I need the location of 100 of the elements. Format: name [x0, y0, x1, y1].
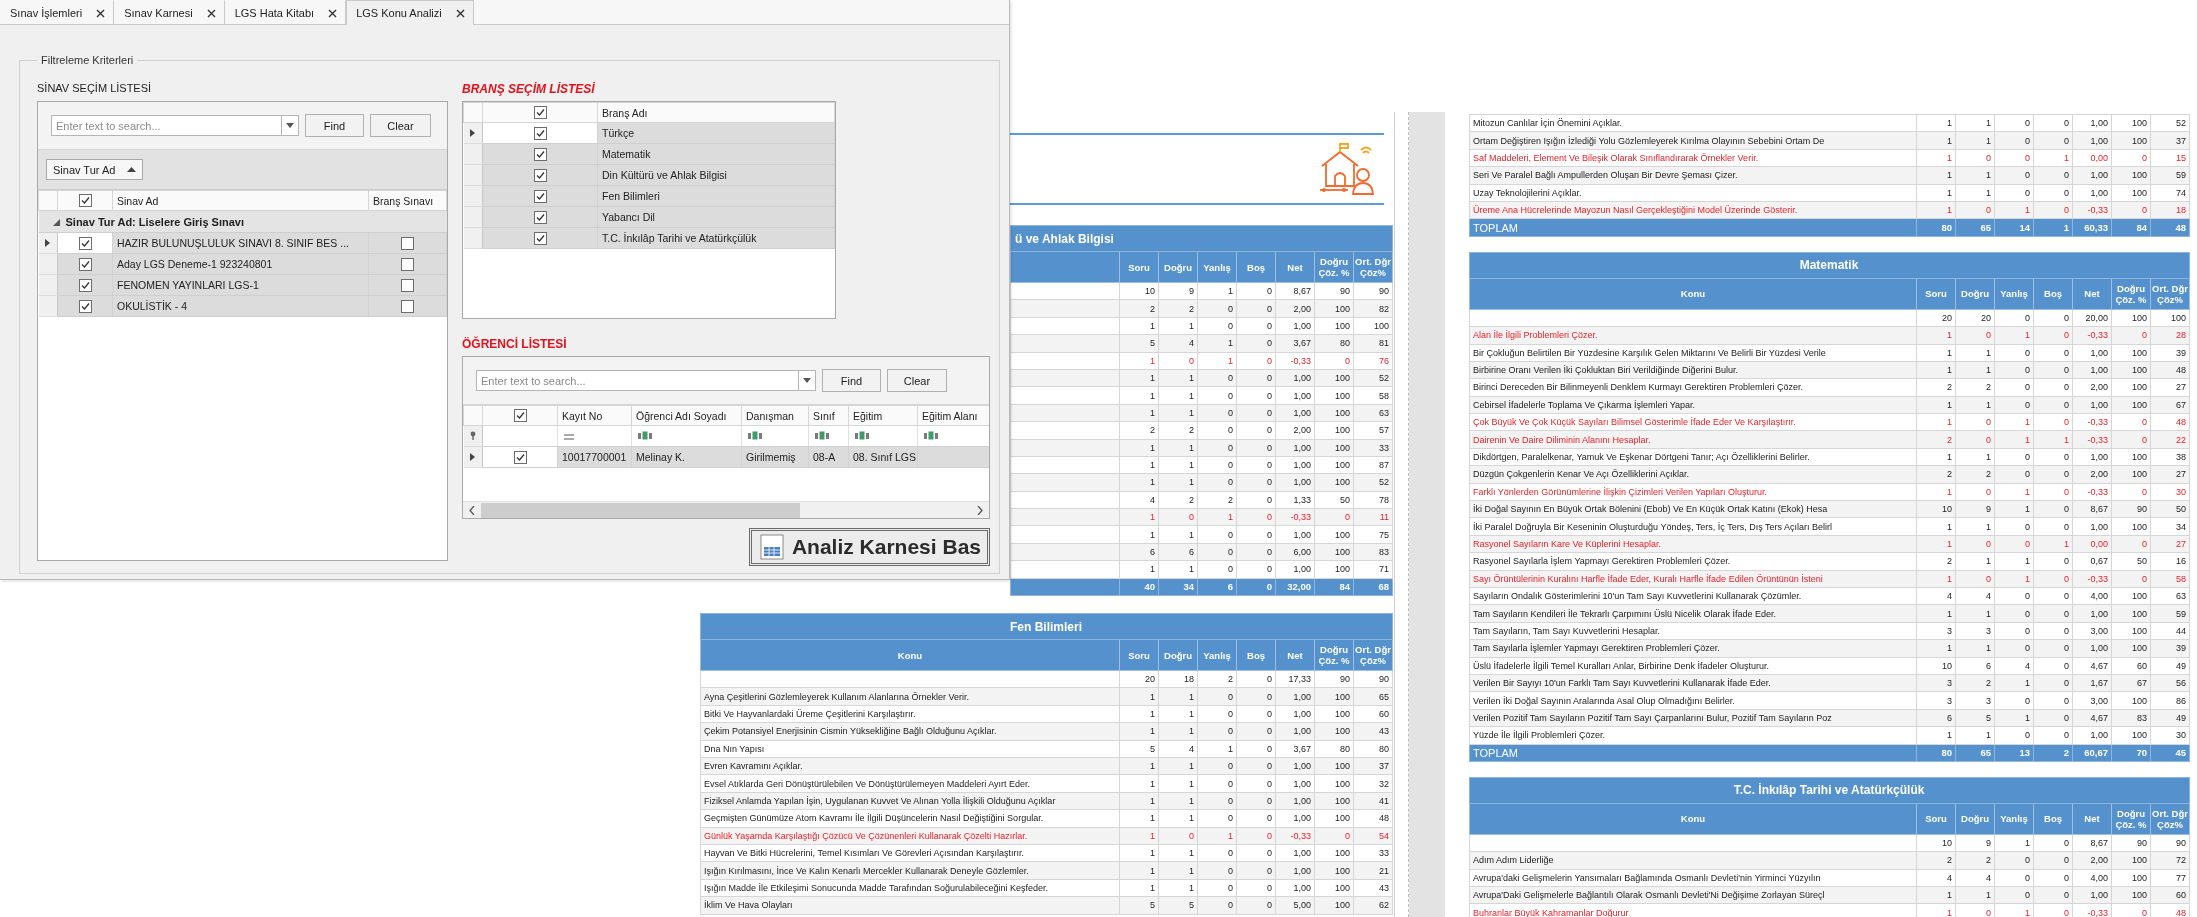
- column-header[interactable]: Kayıt No: [557, 405, 632, 426]
- table-cell: 4: [1119, 491, 1159, 509]
- checkbox[interactable]: [78, 257, 92, 271]
- table-cell[interactable]: Matematik: [597, 143, 835, 165]
- checkbox[interactable]: [513, 450, 527, 464]
- table-cell: 100: [2111, 604, 2151, 623]
- checkbox[interactable]: [533, 106, 547, 120]
- table-cell[interactable]: Fen Bilimleri: [597, 185, 835, 207]
- table-cell: 4,00: [2072, 587, 2112, 605]
- column-header[interactable]: Branş Sınavı: [368, 190, 447, 211]
- find-button[interactable]: Find: [305, 114, 364, 137]
- table-cell: 4,67: [2072, 657, 2112, 675]
- table-cell: 0,67: [2072, 552, 2112, 571]
- table-cell: 10: [1916, 500, 1956, 518]
- checkbox[interactable]: [401, 299, 414, 313]
- table-cell: 11: [1353, 508, 1393, 526]
- table-cell[interactable]: Aday LGS Deneme-1 923240801: [112, 253, 369, 275]
- group-row[interactable]: Sinav Tur Ad: Liselere Giriş Sınavı: [38, 210, 447, 233]
- table-cell: 0: [1314, 827, 1354, 845]
- table-cell: 1: [1197, 352, 1237, 370]
- table-cell: 33: [1353, 844, 1393, 862]
- column-header[interactable]: Sinav Ad: [112, 190, 369, 211]
- table-cell: 30: [2150, 726, 2190, 744]
- column-header[interactable]: Branş Adı: [597, 102, 835, 123]
- table-cell: 2: [1916, 465, 1956, 484]
- tab[interactable]: LGS Konu Analizi: [346, 0, 474, 25]
- checkbox[interactable]: [533, 147, 547, 161]
- search-field[interactable]: Enter text to search...: [51, 115, 281, 136]
- table-cell: 3: [1916, 674, 1956, 692]
- column-header[interactable]: Öğrenci Adı Soyadı: [631, 405, 742, 426]
- dropdown-icon[interactable]: [803, 378, 811, 383]
- table-cell: 100: [1314, 439, 1354, 457]
- tab[interactable]: Sınav İşlemleri: [0, 0, 115, 25]
- table-cell: -0,33: [2072, 430, 2112, 449]
- table-cell: 1: [1955, 166, 1995, 185]
- column-header[interactable]: Sınıf: [808, 405, 849, 426]
- table-cell[interactable]: HAZIR BULUNUŞLULUK SINAVI 8. SINIF BES ...: [112, 232, 369, 254]
- table-cell[interactable]: OKULİSTİK - 4: [112, 295, 369, 317]
- column-header[interactable]: Eğitim Alanı: [917, 405, 989, 426]
- table-cell: 0: [1197, 439, 1237, 457]
- checkbox[interactable]: [533, 126, 547, 140]
- table-cell: 1: [1916, 639, 1956, 658]
- table-cell: -0,33: [1275, 508, 1315, 526]
- table-cell: 0: [1197, 386, 1237, 405]
- checkbox[interactable]: [78, 299, 92, 313]
- table-cell[interactable]: Yabancı Dil: [597, 206, 835, 228]
- table-cell: 0: [2033, 726, 2073, 744]
- table-cell: İki Doğal Sayının En Büyük Ortak Bölenini (Ebob) Ve En Küçük Ortak Katını (Ekok) Hesa: [1469, 500, 1917, 518]
- table-cell: 100: [2111, 851, 2151, 870]
- find-button[interactable]: Find: [822, 369, 881, 392]
- sort-up-icon: [127, 167, 137, 172]
- table-cell[interactable]: T.C. İnkılâp Tarihi ve Atatürkçülük: [597, 227, 835, 249]
- table-cell: 58: [1353, 386, 1393, 405]
- checkbox[interactable]: [78, 236, 92, 250]
- table-cell: 100: [2111, 869, 2151, 887]
- table-cell[interactable]: Din Kültürü ve Ahlak Bilgisi: [597, 164, 835, 186]
- table-cell[interactable]: Türkçe: [597, 122, 835, 144]
- table-cell: 100: [2111, 448, 2151, 466]
- close-icon[interactable]: [206, 8, 216, 18]
- table-cell: 1,00: [2072, 361, 2112, 379]
- dropdown-button[interactable]: [281, 115, 299, 136]
- checkbox[interactable]: [533, 210, 547, 224]
- search-field[interactable]: Enter text to search...: [476, 370, 798, 391]
- scroll-right-icon[interactable]: [977, 505, 983, 515]
- table-cell: 56: [2150, 674, 2190, 692]
- table-cell: 38: [2150, 448, 2190, 466]
- checkbox[interactable]: [533, 168, 547, 182]
- table-cell: 2: [1916, 552, 1956, 571]
- table-cell: 4: [1158, 334, 1198, 353]
- close-icon[interactable]: [455, 8, 465, 18]
- dropdown-button[interactable]: [798, 370, 816, 391]
- table-cell: 60,33: [2072, 218, 2112, 237]
- checkbox[interactable]: [533, 231, 547, 245]
- checkbox[interactable]: [401, 257, 414, 271]
- table-cell: 1: [1994, 570, 2034, 588]
- checkbox[interactable]: [513, 409, 527, 423]
- checkbox[interactable]: [78, 194, 92, 208]
- horizontal-scrollbar[interactable]: [463, 501, 989, 518]
- table-cell: 1,00: [1275, 386, 1315, 405]
- checkbox[interactable]: [78, 278, 92, 292]
- table-cell: 28: [2150, 326, 2190, 344]
- table-cell: 0: [1955, 201, 1995, 219]
- checkbox[interactable]: [401, 236, 414, 250]
- column-header[interactable]: Danışman: [741, 405, 809, 426]
- table-cell[interactable]: FENOMEN YAYINLARI LGS-1: [112, 274, 369, 296]
- table-cell: 0: [1994, 344, 2034, 362]
- dropdown-icon[interactable]: [286, 123, 294, 128]
- tab[interactable]: Sınav Karnesi: [114, 0, 225, 25]
- table-cell: 0: [1994, 131, 2034, 150]
- checkbox[interactable]: [401, 278, 414, 292]
- close-icon[interactable]: [328, 8, 338, 18]
- scroll-left-icon[interactable]: [469, 505, 475, 515]
- print-report-button[interactable]: Analiz Karnesi Bas: [748, 528, 990, 566]
- expand-icon[interactable]: [52, 218, 60, 226]
- checkbox[interactable]: [533, 189, 547, 203]
- clear-button[interactable]: Clear: [370, 114, 431, 137]
- column-header[interactable]: Eğitim: [848, 405, 918, 426]
- clear-button[interactable]: Clear: [887, 369, 947, 392]
- close-icon[interactable]: [96, 8, 106, 18]
- group-by-chip[interactable]: Sinav Tur Ad: [46, 159, 144, 180]
